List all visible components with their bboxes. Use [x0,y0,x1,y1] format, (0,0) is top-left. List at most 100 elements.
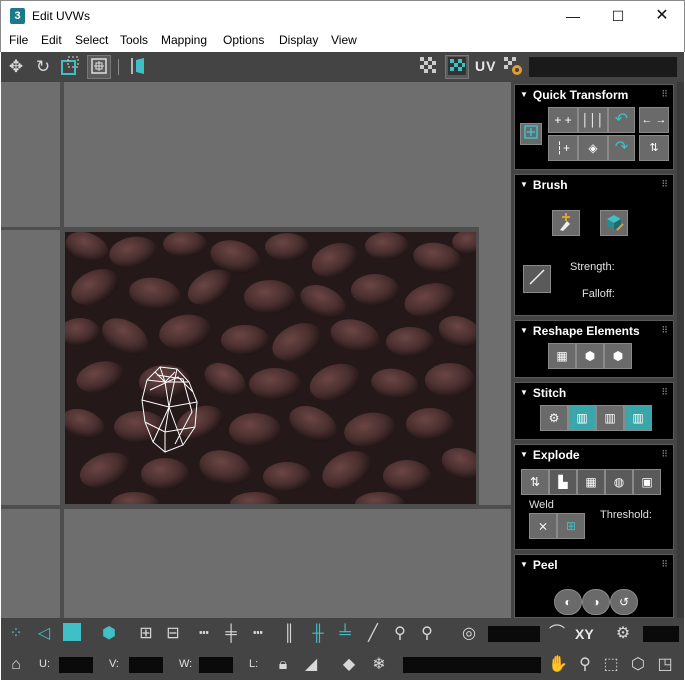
grip-icon[interactable]: ⠿ [661,89,668,100]
relax-settings-icon[interactable]: ⬢ [604,343,632,369]
checker-pattern-icon[interactable] [445,55,469,79]
menu-select[interactable]: Select [75,33,108,47]
relax-brush-icon[interactable] [552,210,580,236]
paint-select-icon[interactable]: ╱ [361,622,385,646]
detach-icon[interactable]: ▙ [549,469,577,495]
hide-icon[interactable]: ◆ [337,653,361,677]
quick-peel-icon[interactable]: ◐ [554,589,582,615]
relax-icon[interactable]: ⬢ [576,343,604,369]
menu-tools[interactable]: Tools [120,33,148,47]
ring-shrink-icon[interactable]: ╧ [333,622,357,646]
w-label: W: [179,658,193,670]
checker-icon[interactable] [417,55,441,79]
weld-selected-icon[interactable]: ⨯ [529,513,557,539]
curve-icon[interactable]: ⌒ [545,622,569,646]
menu-display[interactable]: Display [279,33,318,47]
ring-grow-icon[interactable]: ╫ [306,622,330,646]
zoom-extents-icon[interactable]: ⬡ [626,653,650,677]
element-field[interactable] [403,657,541,673]
rollout-header[interactable]: ▼ Peel [520,558,558,572]
shrink-selection-icon[interactable]: ⊟ [161,622,185,646]
flip-horizontal-icon[interactable]: ← → [639,107,669,133]
weld-target-icon[interactable]: ⊞ [557,513,585,539]
freeze-icon[interactable]: ❄ [367,653,391,677]
rollout-header[interactable]: ▼ Stitch [520,386,566,400]
uv-viewport[interactable] [1,82,511,618]
panel-scrollbar[interactable] [677,82,684,618]
window-title: Edit UVWs [32,9,91,23]
stitch-average-icon[interactable]: ▥ [596,405,624,431]
align-center-icon[interactable]: ◈ [578,135,608,161]
menu-edit[interactable]: Edit [41,33,62,47]
align-horizontal-icon[interactable]: + + [548,107,578,133]
lock-icon[interactable]: 🔒︎ [271,653,295,677]
scale-icon[interactable] [58,55,82,79]
uv-settings-icon[interactable] [501,55,525,79]
explode-faces-icon[interactable]: ▦ [577,469,605,495]
coordinate-mode-icon[interactable]: ⌂ [4,653,28,677]
zoom-selected-icon[interactable]: ◳ [653,653,677,677]
pan-icon[interactable]: ✋ [546,653,570,677]
ring-icon[interactable]: ║ [277,622,301,646]
menu-mapping[interactable]: Mapping [161,33,207,47]
rotate-ccw-icon[interactable]: ↶ [608,107,635,133]
toolbar-dropdown[interactable] [529,57,677,77]
break-icon[interactable]: ⇅ [521,469,549,495]
freeform-icon[interactable] [87,55,111,79]
grip-icon[interactable]: ⠿ [661,559,668,570]
maximize-button[interactable]: ☐ [595,1,641,31]
stitch-source-icon[interactable]: ▥ [568,405,596,431]
straighten-icon[interactable]: ▦ [548,343,576,369]
menu-file[interactable]: File [9,33,28,47]
menu-options[interactable]: Options [223,33,264,47]
space-vertical-icon[interactable]: │││ [578,107,608,133]
v-field[interactable] [129,657,163,673]
show-hidden-icon[interactable]: ◢ [299,653,323,677]
minimize-button[interactable]: — [550,1,596,31]
rollout-header[interactable]: ▼ Quick Transform [520,88,628,102]
select-face-icon[interactable] [60,622,84,646]
paint-select-grow-icon[interactable]: ⚲ [388,622,412,646]
close-button[interactable]: ✕ [639,1,685,31]
rotate-icon[interactable]: ↻ [31,55,55,79]
transform-options-icon[interactable]: ⚙ [611,622,635,646]
paint-select-shrink-icon[interactable]: ⚲ [415,622,439,646]
stroke-line-icon[interactable] [523,265,551,293]
stitch-target-icon[interactable]: ▥ [624,405,652,431]
explode-materials-icon[interactable]: ▣ [633,469,661,495]
w-field[interactable] [199,657,233,673]
peel-reset-icon[interactable]: ↺ [610,589,638,615]
grow-selection-icon[interactable]: ⊞ [134,622,158,646]
rotate-cw-icon[interactable]: ↷ [608,135,635,161]
loop-shrink-icon[interactable]: ┅ [246,622,270,646]
rollout-header[interactable]: ▼ Brush [520,178,568,192]
move-icon[interactable]: ✥ [4,55,28,79]
peel-mode-icon[interactable]: ◑ [582,589,610,615]
loop-grow-icon[interactable]: ╪ [219,622,243,646]
select-vertex-icon[interactable]: ⁘ [4,622,28,646]
quick-transform-title: Quick Transform [532,88,629,102]
zoom-region-icon[interactable]: ⬚ [599,653,623,677]
grip-icon[interactable]: ⠿ [661,387,668,398]
loop-icon[interactable]: ┅ [192,622,216,646]
grip-icon[interactable]: ⠿ [661,449,668,460]
menu-view[interactable]: View [331,33,357,47]
paint-brush-icon[interactable] [600,210,628,236]
zoom-icon[interactable]: ⚲ [573,653,597,677]
select-edge-icon[interactable]: ◁ [32,622,56,646]
stitch-custom-icon[interactable]: ⚙ [540,405,568,431]
rollout-header[interactable]: ▼ Reshape Elements [520,324,640,338]
flip-vertical-icon[interactable]: ⇅ [639,135,669,161]
angle-field[interactable] [643,626,679,642]
grip-icon[interactable]: ⠿ [661,325,668,336]
mirror-icon[interactable] [125,55,149,79]
point-to-point-icon[interactable]: ◎ [457,622,481,646]
explode-smoothing-icon[interactable]: ◍ [605,469,633,495]
select-field[interactable] [488,626,540,642]
grip-icon[interactable]: ⠿ [661,179,668,190]
align-vertical-icon[interactable]: ┆+ [548,135,578,161]
rollout-header[interactable]: ▼ Explode [520,448,580,462]
transform-center-icon[interactable] [520,123,542,145]
select-element-icon[interactable]: ⬢ [97,622,121,646]
u-field[interactable] [59,657,93,673]
